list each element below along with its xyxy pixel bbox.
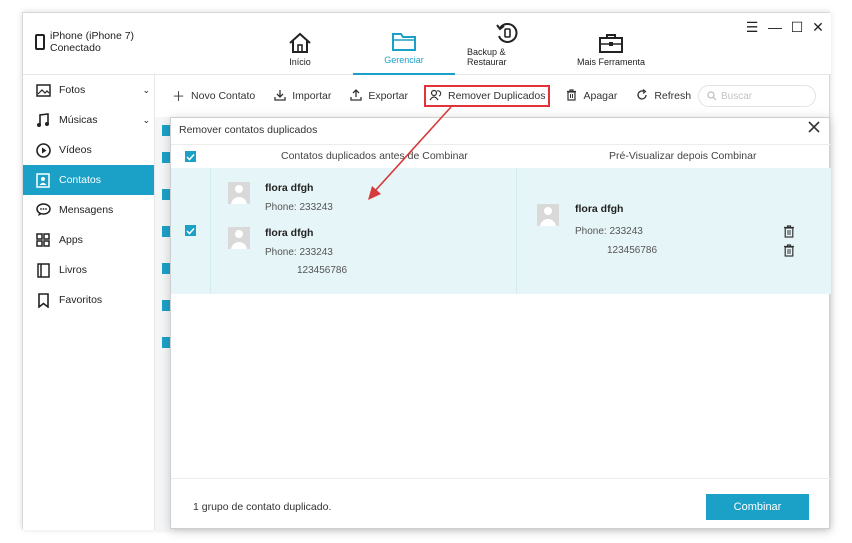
remove-duplicates-button[interactable]: Remover Duplicados <box>424 85 551 107</box>
remove-duplicates-icon <box>429 89 442 103</box>
sidebar-item-apps[interactable]: Apps <box>23 225 154 255</box>
device-status: Conectado <box>50 42 101 54</box>
search-icon <box>707 91 717 101</box>
refresh-icon <box>636 89 648 103</box>
book-icon <box>35 262 51 278</box>
search-input[interactable] <box>721 90 811 102</box>
nav-inicio[interactable]: Início <box>285 13 315 75</box>
sidebar-item-label: Livros <box>59 264 88 276</box>
nav-label: Gerenciar <box>384 55 424 65</box>
refresh-label: Refresh <box>654 90 692 102</box>
chevron-down-icon[interactable]: ⌄ <box>142 115 150 126</box>
toolbox-icon <box>599 34 623 53</box>
sidebar-item-favoritos[interactable]: Favoritos <box>23 285 154 315</box>
delete-phone-icon[interactable] <box>783 244 795 257</box>
new-contact-button[interactable]: ＋ Novo Contato <box>169 85 258 107</box>
dialog-close-icon[interactable] <box>807 120 823 136</box>
sidebar-item-videos[interactable]: Vídeos <box>23 135 154 165</box>
contact-name: flora dfgh <box>265 182 314 194</box>
sidebar-item-livros[interactable]: Livros <box>23 255 154 285</box>
remove-duplicates-label: Remover Duplicados <box>448 90 546 102</box>
menu-icon[interactable]: ☰ <box>745 19 759 36</box>
column-header-after: Pré-Visualizar depois Combinar <box>609 150 757 162</box>
folder-icon <box>392 33 416 51</box>
phone-icon <box>35 34 45 50</box>
photo-icon <box>35 82 51 98</box>
sidebar-item-fotos[interactable]: Fotos ⌄ <box>23 75 154 105</box>
plus-icon: ＋ <box>172 88 186 104</box>
music-icon <box>35 112 51 128</box>
export-icon <box>350 89 362 103</box>
group-checkbox[interactable] <box>185 225 196 236</box>
import-label: Importar <box>292 90 332 102</box>
sidebar-item-contatos[interactable]: Contatos <box>23 165 154 195</box>
search-box[interactable] <box>698 85 816 107</box>
sidebar: Fotos ⌄ Músicas ⌄ Vídeos Contatos Mensag… <box>23 75 155 530</box>
nav-label: Início <box>289 57 311 67</box>
sidebar-item-label: Mensagens <box>59 204 114 216</box>
device-name: iPhone (iPhone 7) <box>50 30 135 42</box>
dialog-footer: 1 grupo de contato duplicado. Combinar <box>171 478 831 530</box>
maximize-icon[interactable]: ☐ <box>790 19 804 36</box>
select-all-checkbox[interactable] <box>185 151 196 162</box>
contact-name: flora dfgh <box>575 203 624 215</box>
device-info: iPhone (iPhone 7) Conectado <box>35 30 134 54</box>
delete-phone-icon[interactable] <box>783 225 795 238</box>
sidebar-item-label: Contatos <box>59 174 102 186</box>
contact-phone: 123456786 <box>607 245 658 256</box>
sidebar-item-label: Apps <box>59 234 83 246</box>
trash-icon <box>566 89 577 103</box>
export-button[interactable]: Exportar <box>347 85 411 107</box>
sidebar-item-mensagens[interactable]: Mensagens <box>23 195 154 225</box>
contact-phone: Phone: 233243 <box>265 202 333 213</box>
sidebar-item-label: Favoritos <box>59 294 103 306</box>
nav-label: Backup & Restaurar <box>467 47 507 67</box>
sidebar-item-label: Fotos <box>59 84 86 96</box>
column-header-before: Contatos duplicados antes de Combinar <box>281 150 468 162</box>
contact-avatar <box>537 204 559 226</box>
nav-gerenciar[interactable]: Gerenciar <box>353 13 455 75</box>
contact-icon <box>35 172 51 188</box>
minimize-icon[interactable]: — <box>768 19 782 35</box>
export-label: Exportar <box>368 90 409 102</box>
sidebar-item-musicas[interactable]: Músicas ⌄ <box>23 105 154 135</box>
nav-mais-ferramenta[interactable]: Mais Ferramenta <box>575 13 647 75</box>
contact-avatar <box>228 227 250 249</box>
import-button[interactable]: Importar <box>271 85 334 107</box>
duplicate-group: flora dfgh Phone: 233243 flora dfgh Phon… <box>171 168 831 294</box>
contact-phone: Phone: 233243 <box>265 247 333 258</box>
divider <box>210 168 211 294</box>
dialog-title: Remover contatos duplicados <box>179 124 318 136</box>
import-icon <box>274 89 286 103</box>
top-bar: iPhone (iPhone 7) Conectado Início Geren… <box>23 13 831 75</box>
duplicate-count-text: 1 grupo de contato duplicado. <box>193 501 332 513</box>
divider <box>516 168 517 294</box>
apps-icon <box>35 232 51 248</box>
contact-avatar <box>228 182 250 204</box>
contact-name: flora dfgh <box>265 227 314 239</box>
new-contact-label: Novo Contato <box>191 90 256 102</box>
sidebar-item-label: Músicas <box>59 114 98 126</box>
chevron-down-icon[interactable]: ⌄ <box>142 85 150 96</box>
nav-backup-restaurar[interactable]: Backup & Restaurar <box>467 13 547 75</box>
contact-phone: 123456786 <box>297 265 348 276</box>
message-icon <box>35 202 51 218</box>
close-icon[interactable]: ✕ <box>811 19 825 36</box>
contact-phone: Phone: 233243 <box>575 226 643 237</box>
bookmark-icon <box>35 292 51 308</box>
home-icon <box>289 32 311 53</box>
nav-label: Mais Ferramenta <box>576 57 646 67</box>
delete-button[interactable]: Apagar <box>563 85 620 107</box>
play-icon <box>35 142 51 158</box>
toolbar: ＋ Novo Contato Importar Exportar Remover… <box>155 75 831 117</box>
refresh-button[interactable]: Refresh <box>633 85 694 107</box>
delete-label: Apagar <box>583 90 618 102</box>
backup-restore-icon <box>496 23 518 43</box>
combine-button[interactable]: Combinar <box>706 494 809 520</box>
dialog-header-row: Contatos duplicados antes de Combinar Pr… <box>171 144 831 168</box>
sidebar-item-label: Vídeos <box>59 144 92 156</box>
remove-duplicates-dialog: Remover contatos duplicados Contatos dup… <box>170 117 831 530</box>
